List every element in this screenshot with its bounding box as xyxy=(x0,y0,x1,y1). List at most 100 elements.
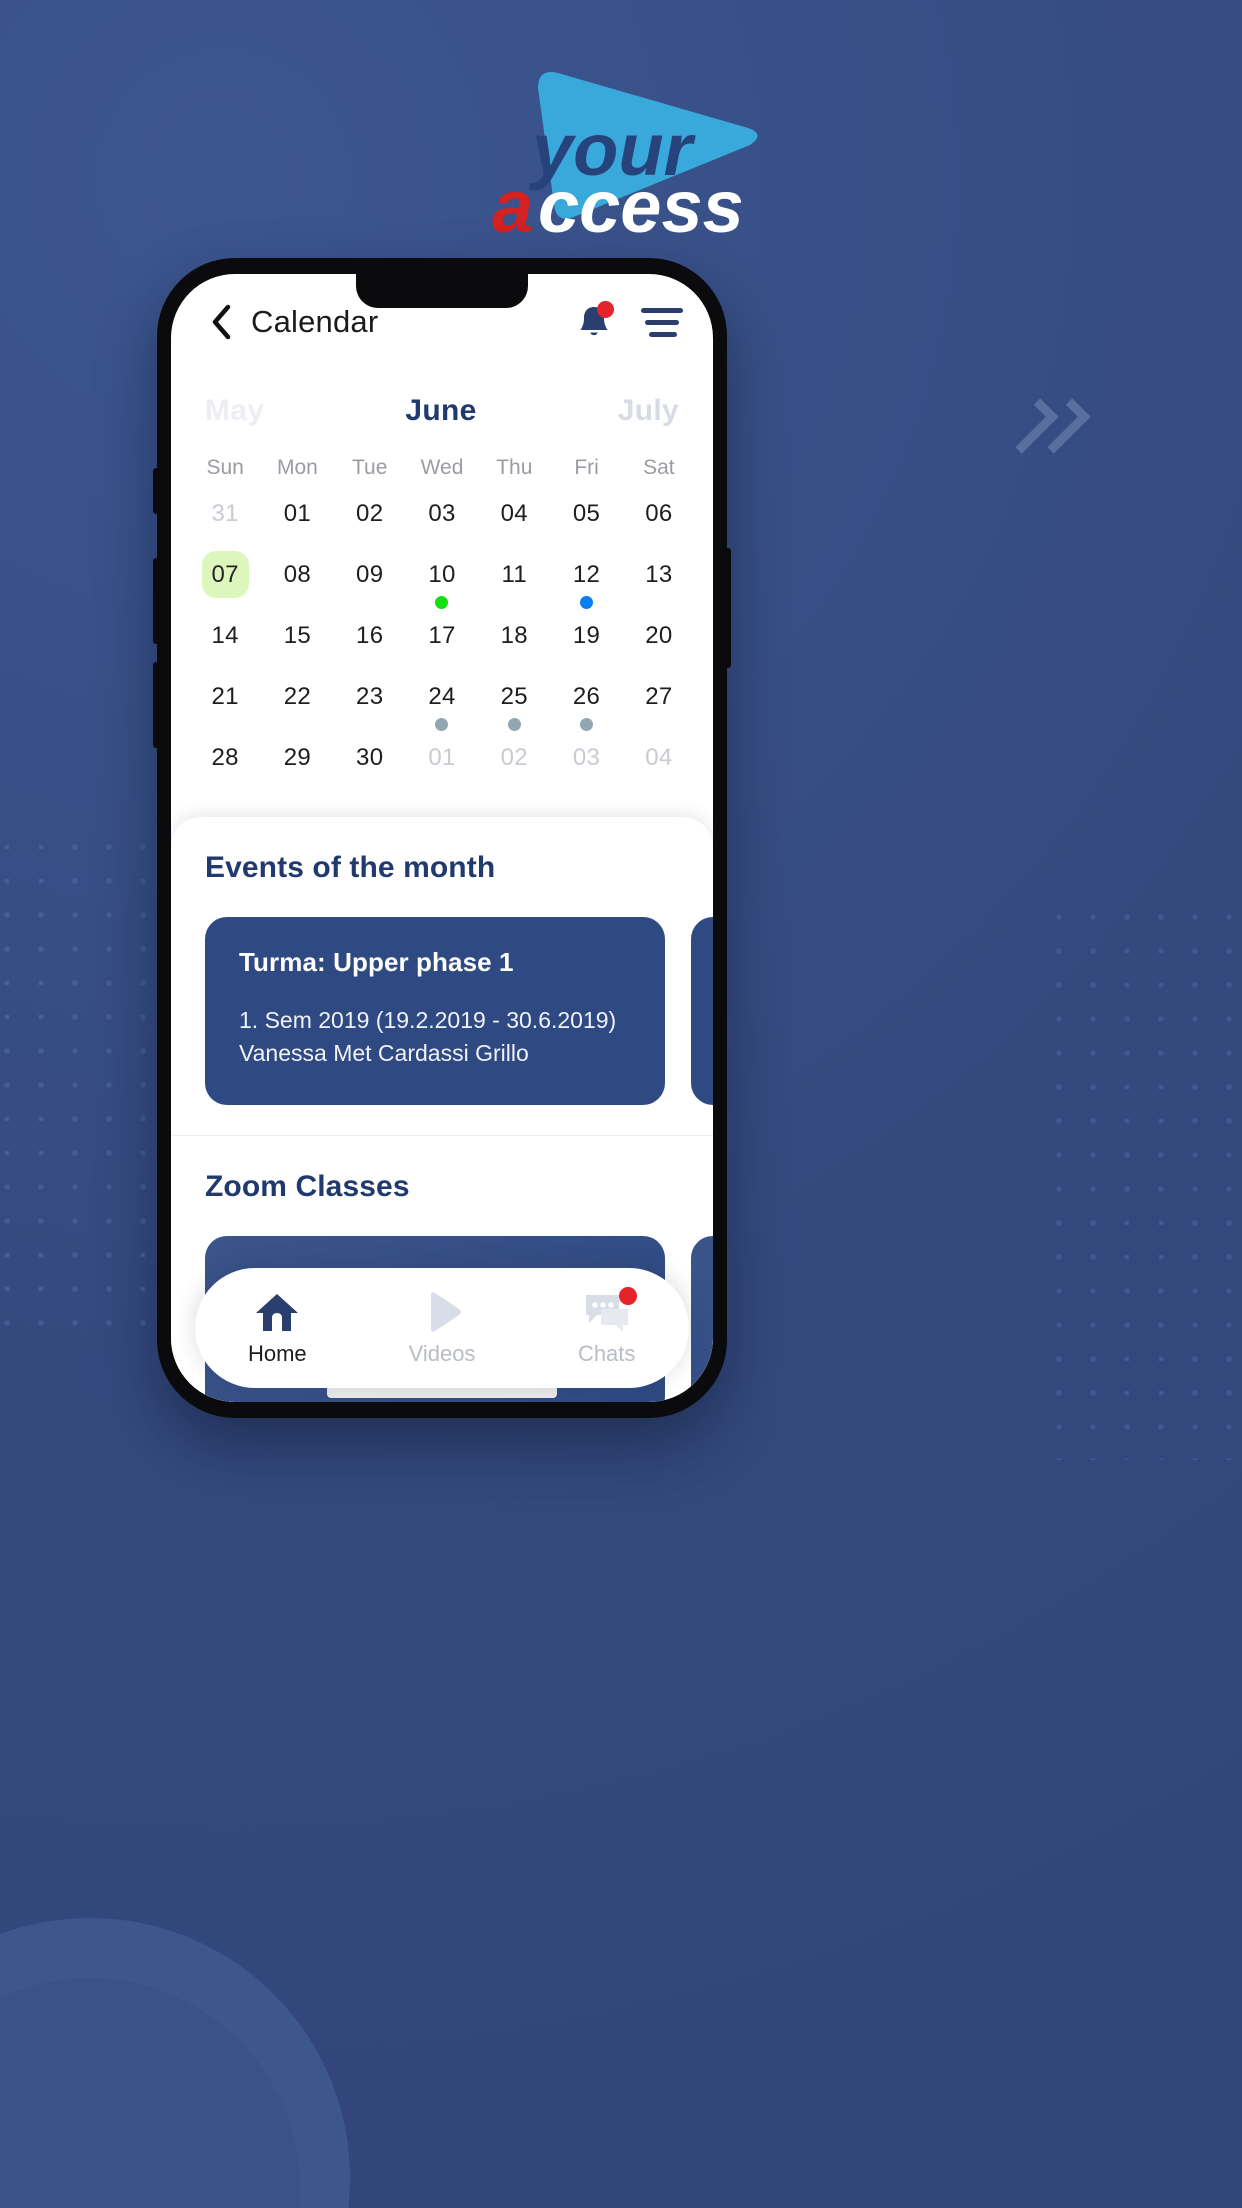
calendar-day-number: 17 xyxy=(428,621,456,649)
calendar-day-cell[interactable]: 10 xyxy=(406,551,478,612)
calendar-day-cell[interactable]: 22 xyxy=(261,673,333,734)
calendar-day-cell[interactable]: 03 xyxy=(406,490,478,551)
hamburger-line xyxy=(641,307,683,313)
calendar-event-dot-grey xyxy=(580,718,594,731)
tab-home-label: Home xyxy=(247,1341,307,1366)
calendar-day-cell[interactable]: 16 xyxy=(334,612,406,673)
calendar-weekday-wed: Wed xyxy=(420,456,464,479)
calendar-day-cell[interactable]: 27 xyxy=(623,673,695,734)
tab-home[interactable]: Home xyxy=(195,1289,360,1367)
calendar-day-number: 14 xyxy=(211,621,239,649)
tab-videos[interactable]: Videos xyxy=(360,1289,525,1367)
home-icon xyxy=(256,1294,299,1331)
calendar-day-cell[interactable]: 30 xyxy=(334,734,406,795)
calendar-day-number: 09 xyxy=(356,560,384,588)
phone-mockup: Calendar May June July Sun Mon Tue Wed T… xyxy=(153,258,731,1418)
tab-chats-label: Chats xyxy=(577,1341,636,1366)
notifications-button[interactable] xyxy=(577,301,614,342)
calendar-day-number: 28 xyxy=(211,743,239,771)
tab-chats[interactable]: Chats xyxy=(524,1287,689,1367)
month-current[interactable]: June xyxy=(405,394,476,428)
calendar-day-number: 02 xyxy=(356,499,384,527)
calendar-day-number: 12 xyxy=(572,560,601,588)
menu-button[interactable] xyxy=(641,307,683,337)
calendar-day-cell[interactable]: 24 xyxy=(406,673,478,734)
calendar-day-cell[interactable]: 15 xyxy=(261,612,333,673)
calendar-day-number: 05 xyxy=(572,499,601,527)
calendar-day-number: 03 xyxy=(572,743,601,771)
calendar-day-number: 16 xyxy=(356,621,384,649)
phone-power-button xyxy=(725,548,731,668)
calendar-day-number: 13 xyxy=(645,560,673,588)
calendar-weekday-tue: Tue xyxy=(351,456,388,479)
month-next[interactable]: July xyxy=(618,394,679,428)
calendar-day-number: 26 xyxy=(572,682,601,710)
calendar-day-number: 07 xyxy=(201,551,249,598)
event-card-next-peek[interactable] xyxy=(691,917,713,1105)
calendar-day-cell[interactable]: 11 xyxy=(478,551,550,612)
calendar-day-cell[interactable]: 03 xyxy=(550,734,622,795)
calendar-day-cell[interactable]: 28 xyxy=(189,734,261,795)
calendar-day-cell[interactable]: 01 xyxy=(406,734,478,795)
calendar-event-dot-blue xyxy=(580,596,594,609)
calendar-day-cell[interactable]: 12 xyxy=(550,551,622,612)
events-section-title: Events of the month xyxy=(205,851,496,884)
phone-volume-down-button xyxy=(153,662,159,748)
calendar-day-cell[interactable]: 08 xyxy=(261,551,333,612)
calendar-day-cell[interactable]: 14 xyxy=(189,612,261,673)
calendar-week-row: 14 15 16 17 18 19 20 xyxy=(189,612,695,673)
calendar-day-cell[interactable]: 02 xyxy=(478,734,550,795)
calendar-day-cell[interactable]: 02 xyxy=(334,490,406,551)
calendar-day-cell[interactable]: 23 xyxy=(334,673,406,734)
calendar-event-dot-grey xyxy=(435,718,449,731)
hamburger-line xyxy=(649,331,677,337)
back-button[interactable] xyxy=(201,299,241,345)
calendar-day-number: 18 xyxy=(500,621,528,649)
calendar-day-cell[interactable]: 09 xyxy=(334,551,406,612)
calendar-day-number: 01 xyxy=(428,743,456,771)
phone-notch xyxy=(356,274,528,308)
event-card[interactable]: Turma: Upper phase 1 1. Sem 2019 (19.2.2… xyxy=(205,917,665,1105)
calendar-weekday-fri: Fri xyxy=(574,456,599,479)
calendar-day-cell[interactable]: 05 xyxy=(550,490,622,551)
calendar-day-cell[interactable]: 07 xyxy=(189,551,261,612)
brand-logo: your a ccess xyxy=(480,40,780,240)
chat-icon-wrap xyxy=(583,1287,637,1333)
calendar-day-cell[interactable]: 01 xyxy=(261,490,333,551)
calendar-day-cell[interactable]: 19 xyxy=(550,612,622,673)
calendar-day-cell[interactable]: 13 xyxy=(623,551,695,612)
hamburger-line xyxy=(645,319,679,325)
calendar-day-number: 29 xyxy=(283,743,312,771)
calendar-day-number: 04 xyxy=(500,499,528,527)
zoom-class-card-next-peek[interactable] xyxy=(691,1235,713,1402)
calendar-day-number: 31 xyxy=(211,499,239,527)
chevron-left-icon xyxy=(212,304,231,340)
calendar-day-cell[interactable]: 17 xyxy=(406,612,478,673)
calendar-day-cell[interactable]: 20 xyxy=(623,612,695,673)
tab-videos-label: Videos xyxy=(408,1341,476,1366)
zoom-section-title: Zoom Classes xyxy=(205,1169,410,1203)
calendar-weekday-sat: Sat xyxy=(643,456,675,479)
calendar-week-row: 28 29 30 01 02 03 04 xyxy=(189,734,695,795)
calendar-day-cell[interactable]: 31 xyxy=(189,490,261,551)
calendar-day-cell[interactable]: 18 xyxy=(478,612,550,673)
calendar-day-cell[interactable]: 04 xyxy=(623,734,695,795)
logo-word-ccess: ccess xyxy=(538,165,744,240)
header-actions xyxy=(577,301,683,342)
calendar-week-row: 07 08 09 10 11 12 13 xyxy=(189,551,695,612)
calendar-weekday-sun: Sun xyxy=(206,456,244,479)
calendar-weekday-header: Sun Mon Tue Wed Thu Fri Sat xyxy=(189,456,695,490)
logo-graphic: your a ccess xyxy=(492,72,758,240)
calendar-day-cell[interactable]: 29 xyxy=(261,734,333,795)
calendar-day-cell[interactable]: 25 xyxy=(478,673,550,734)
month-previous[interactable]: May xyxy=(205,394,264,428)
calendar-day-number: 04 xyxy=(645,743,673,771)
calendar-day-number: 23 xyxy=(356,682,384,710)
calendar-day-cell[interactable]: 04 xyxy=(478,490,550,551)
events-carousel[interactable]: Turma: Upper phase 1 1. Sem 2019 (19.2.2… xyxy=(171,885,713,1135)
calendar-day-cell[interactable]: 26 xyxy=(550,673,622,734)
calendar-event-dot-green xyxy=(435,596,449,609)
calendar-day-number: 02 xyxy=(500,743,528,771)
calendar-day-cell[interactable]: 21 xyxy=(189,673,261,734)
calendar-day-cell[interactable]: 06 xyxy=(623,490,695,551)
